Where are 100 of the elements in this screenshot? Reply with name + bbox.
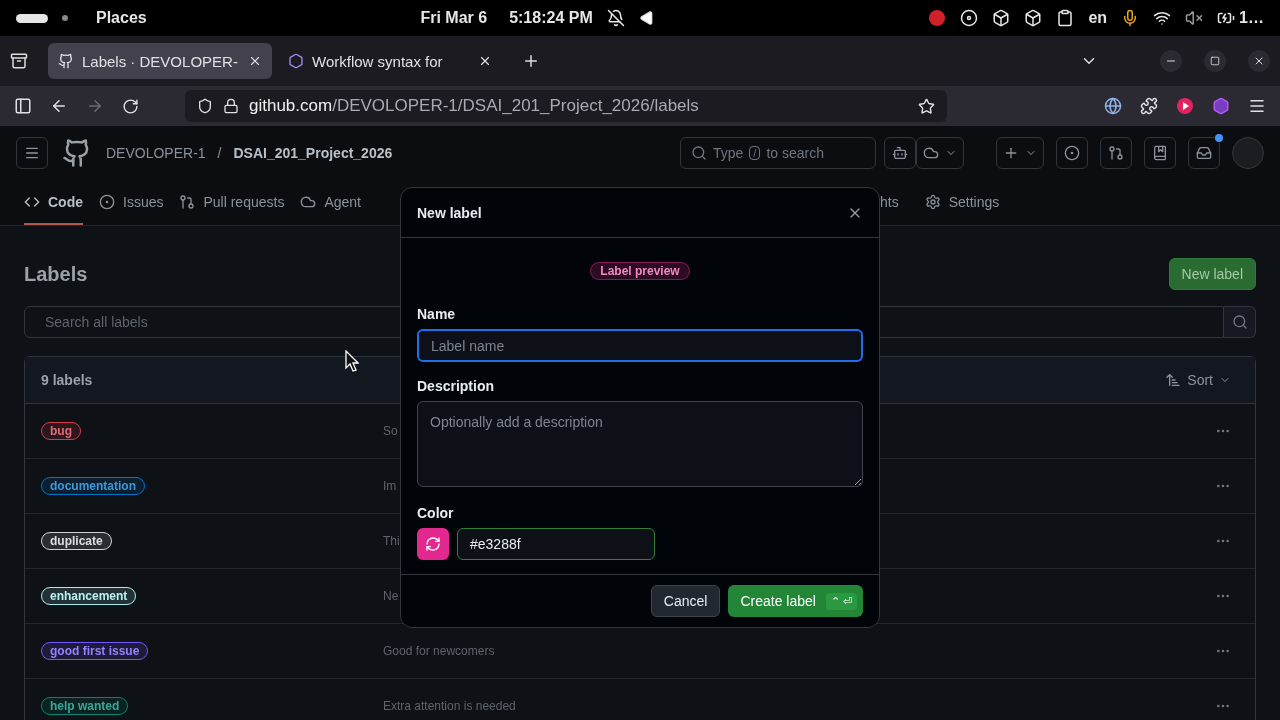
language-indicator[interactable]: en xyxy=(1088,9,1108,27)
activities-icon[interactable] xyxy=(16,13,48,23)
workspace-dot-icon xyxy=(62,15,68,21)
field-label: Description xyxy=(417,378,495,394)
search-button[interactable] xyxy=(1224,306,1256,338)
sidebar-icon[interactable] xyxy=(14,97,32,115)
menu-icon[interactable] xyxy=(1248,97,1266,115)
label-tag[interactable]: documentation xyxy=(41,477,145,495)
search-icon xyxy=(1231,314,1248,330)
repo-nav-tab[interactable]: hts xyxy=(880,180,899,225)
cloud-icon xyxy=(923,145,939,161)
field-label: Name xyxy=(417,306,457,322)
bell-off-icon[interactable] xyxy=(606,9,625,27)
new-tab-icon[interactable] xyxy=(522,52,540,70)
maximize-button[interactable] xyxy=(1204,50,1226,72)
sort-button[interactable]: Sort xyxy=(1165,372,1231,388)
label-tag[interactable]: help wanted xyxy=(41,697,129,715)
battery-percent: 1… xyxy=(1239,9,1264,27)
close-window-button[interactable] xyxy=(1248,50,1270,72)
book-icon xyxy=(1152,145,1168,161)
repositories-button[interactable] xyxy=(1144,137,1176,169)
repo-nav-tab[interactable]: Agent xyxy=(300,180,361,225)
create-menu-button[interactable] xyxy=(996,137,1044,169)
label-name-field[interactable]: Label name xyxy=(417,329,863,362)
robot-icon xyxy=(892,145,908,161)
maximize-icon xyxy=(1210,56,1220,66)
back-icon[interactable] xyxy=(50,97,68,115)
github-icon xyxy=(58,53,74,69)
field-label: Color xyxy=(417,505,455,521)
label-description: So xyxy=(383,424,398,438)
repo-nav-tab[interactable]: Issues xyxy=(99,180,164,225)
owner-link[interactable]: DEVOLOPER-1 xyxy=(106,145,206,161)
clipboard-icon[interactable] xyxy=(1056,9,1075,27)
extensions-icon[interactable] xyxy=(1140,97,1158,115)
inbox-icon xyxy=(1196,145,1212,161)
box-icon[interactable] xyxy=(992,9,1011,27)
repo-nav-tab[interactable]: Settings xyxy=(924,180,1000,225)
close-icon xyxy=(1253,55,1265,67)
repo-link[interactable]: DSAI_201_Project_2026 xyxy=(233,145,393,161)
tab-list-icon[interactable] xyxy=(10,52,28,70)
browser-tab[interactable]: Workflow syntax for xyxy=(278,43,502,79)
disc-icon[interactable] xyxy=(960,9,979,27)
copilot-button[interactable] xyxy=(884,137,916,169)
create-label-button[interactable]: Create label ⌃ ⏎ xyxy=(728,585,863,617)
issue-icon xyxy=(99,193,115,210)
refresh-icon xyxy=(425,536,441,552)
wifi-icon[interactable] xyxy=(1153,9,1172,27)
reload-icon[interactable] xyxy=(122,97,139,115)
search-field[interactable]: Type / to search xyxy=(680,137,876,169)
sort-icon xyxy=(1165,372,1182,388)
repo-nav-tab[interactable]: Code xyxy=(24,180,83,225)
workspace-label[interactable]: Places xyxy=(96,9,147,27)
address-bar[interactable]: github.com/DEVOLOPER-1/DSAI_201_Project_2026/labels xyxy=(185,90,947,122)
random-color-button[interactable] xyxy=(417,528,449,560)
lock-icon[interactable] xyxy=(223,98,239,114)
label-tag[interactable]: enhancement xyxy=(41,587,137,605)
pull-request-icon xyxy=(179,193,196,210)
plus-icon xyxy=(1003,145,1019,161)
clock-label[interactable]: 5:18:24 PM xyxy=(509,9,593,27)
bookmark-star-icon[interactable] xyxy=(918,97,935,115)
shield-icon[interactable] xyxy=(197,98,213,114)
label-description: Good for newcomers xyxy=(383,644,495,658)
page-title: Labels xyxy=(24,262,88,286)
box-icon[interactable] xyxy=(1024,9,1043,27)
date-label[interactable]: Fri Mar 6 xyxy=(420,9,488,27)
globe-icon[interactable] xyxy=(1104,97,1122,115)
label-tag[interactable]: duplicate xyxy=(41,532,112,550)
label-tag[interactable]: bug xyxy=(41,422,81,440)
repo-nav-tab[interactable]: Pull requests xyxy=(179,180,285,225)
new-label-button[interactable]: New label xyxy=(1168,258,1256,290)
label-description: Im xyxy=(383,479,397,493)
pull-request-icon xyxy=(1108,145,1124,161)
hexagon-icon[interactable] xyxy=(1212,97,1230,115)
triangle-icon[interactable] xyxy=(638,10,655,26)
inbox-button[interactable] xyxy=(1188,137,1220,169)
search-icon xyxy=(691,145,707,161)
browser-tab[interactable]: Labels · DEVOLOPER- xyxy=(48,43,272,79)
color-field[interactable]: #e3288f xyxy=(457,528,655,560)
agents-menu-button[interactable] xyxy=(916,137,964,169)
minimize-button[interactable] xyxy=(1160,50,1182,72)
label-description: Extra attention is needed xyxy=(383,699,516,713)
label-description: Ne xyxy=(383,589,399,603)
label-count: 9 labels xyxy=(41,372,93,388)
close-icon[interactable] xyxy=(248,54,262,68)
issues-button[interactable] xyxy=(1056,137,1088,169)
issue-icon xyxy=(1064,145,1080,161)
keyboard-shortcut: ⌃ ⏎ xyxy=(825,592,857,610)
label-tag[interactable]: good first issue xyxy=(41,642,149,660)
breadcrumb-separator: / xyxy=(217,145,222,161)
volume-muted-icon[interactable] xyxy=(1185,9,1204,27)
play-circle-icon[interactable] xyxy=(1176,97,1194,115)
settings-icon xyxy=(924,193,941,210)
label-preview: Label preview xyxy=(590,262,690,280)
cancel-button[interactable]: Cancel xyxy=(650,585,721,617)
label-description: Thi xyxy=(383,534,400,548)
pull-requests-button[interactable] xyxy=(1100,137,1132,169)
close-icon[interactable] xyxy=(478,54,492,68)
description-field[interactable]: Optionally add a description xyxy=(417,401,863,487)
dialog-title: New label xyxy=(417,204,482,221)
menu-button[interactable] xyxy=(16,137,48,169)
